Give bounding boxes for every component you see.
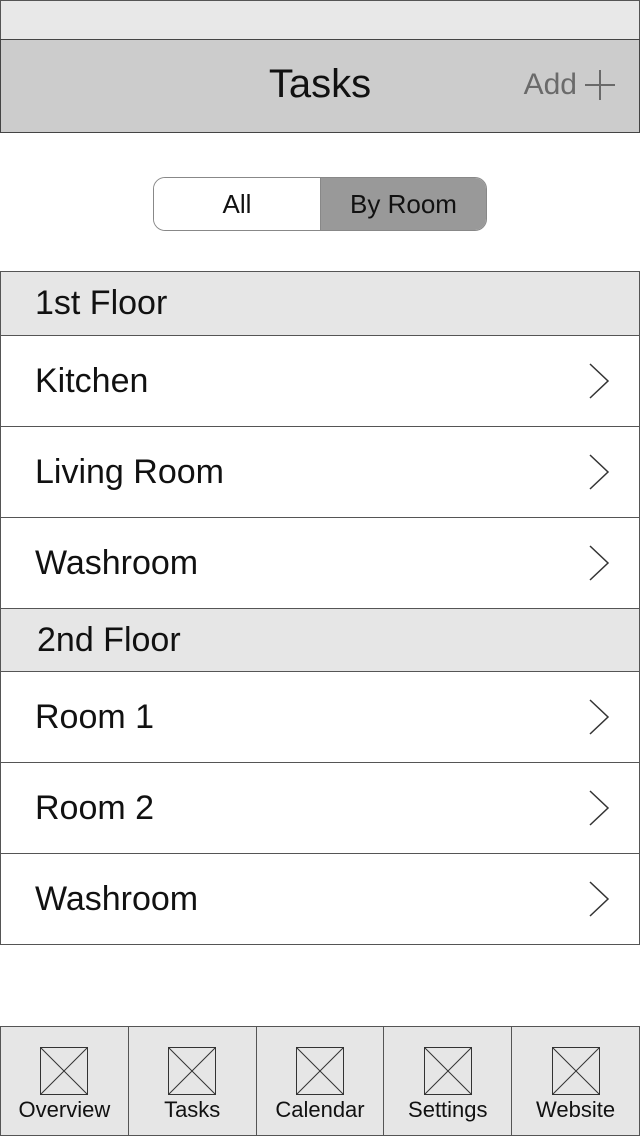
room-list: 1st Floor Kitchen Living Room Washroom 2… [0,271,640,945]
chevron-right-icon [589,699,610,735]
chevron-right-icon [589,545,610,581]
tab-calendar[interactable]: Calendar [257,1027,385,1135]
list-item[interactable]: Kitchen [0,336,640,427]
placeholder-image-icon [551,1047,600,1095]
tab-settings[interactable]: Settings [384,1027,513,1135]
segment-all[interactable]: All [154,178,320,230]
list-item[interactable]: Living Room [0,427,640,518]
add-button[interactable]: Add [524,68,615,102]
section-header-1st-floor: 1st Floor [0,271,640,336]
list-item[interactable]: Room 2 [0,763,640,854]
chevron-right-icon [589,881,610,917]
placeholder-image-icon [423,1047,472,1095]
list-item-label: Washroom [35,879,199,918]
list-item[interactable]: Room 1 [0,672,640,763]
tab-label: Tasks [164,1097,221,1122]
tab-tasks[interactable]: Tasks [129,1027,257,1135]
segment-by-room[interactable]: By Room [320,178,486,230]
placeholder-image-icon [168,1047,217,1095]
add-button-label: Add [523,68,577,101]
tab-label: Overview [18,1097,111,1122]
tab-label: Settings [408,1097,488,1122]
navigation-bar: Tasks Add [0,39,640,133]
list-item-label: Room 2 [35,788,155,827]
list-item-label: Room 1 [35,697,155,736]
view-mode-segmented-control: All By Room [153,177,487,231]
tab-overview[interactable]: Overview [1,1027,129,1135]
list-item-label: Washroom [35,543,199,582]
list-item[interactable]: Washroom [0,854,640,945]
placeholder-image-icon [295,1047,344,1095]
status-bar [0,0,640,40]
list-item-label: Living Room [35,452,224,491]
chevron-right-icon [589,363,610,399]
tab-label: Calendar [275,1097,365,1122]
placeholder-image-icon [40,1047,89,1095]
chevron-right-icon [589,454,610,490]
tab-bar: Overview Tasks Calendar Settings Website [0,1026,640,1136]
tab-website[interactable]: Website [512,1027,639,1135]
list-item-label: Kitchen [35,361,149,400]
section-header-2nd-floor: 2nd Floor [0,609,640,672]
list-item[interactable]: Washroom [0,518,640,609]
plus-icon [585,70,615,100]
tab-label: Website [536,1097,616,1122]
chevron-right-icon [589,790,610,826]
